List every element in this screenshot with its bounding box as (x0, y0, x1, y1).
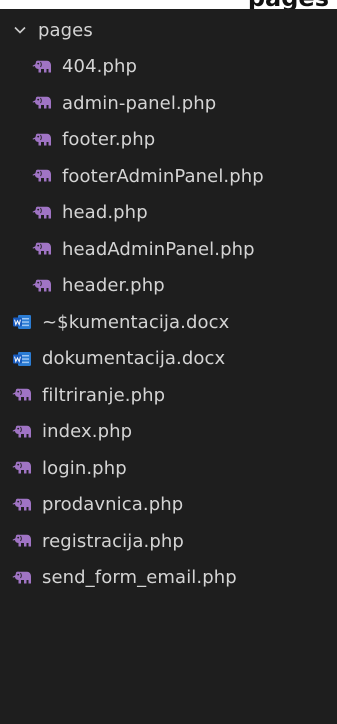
file-item-footeradminpanel-php[interactable]: footerAdminPanel.php (0, 158, 337, 195)
word-doc-icon (12, 314, 32, 330)
file-explorer-tree: pages 404.php admin-panel.php footer.php fo… (0, 12, 337, 596)
chevron-down-icon[interactable] (12, 22, 28, 38)
file-item-filtriranje-php[interactable]: filtriranje.php (0, 377, 337, 414)
file-label: prodavnica.php (42, 494, 184, 516)
php-elephant-icon (12, 570, 32, 586)
folder-label: pages (38, 19, 93, 41)
php-elephant-icon (32, 241, 52, 257)
php-elephant-icon (12, 497, 32, 513)
file-label: footer.php (62, 129, 156, 151)
file-label: ~$kumentacija.docx (42, 311, 230, 333)
file-label: header.php (62, 275, 165, 297)
php-elephant-icon (32, 168, 52, 184)
file-item-dokumentacija-docx[interactable]: dokumentacija.docx (0, 341, 337, 378)
cropped-header-strip: pages (0, 0, 337, 9)
file-label: footerAdminPanel.php (62, 165, 264, 187)
php-elephant-icon (12, 533, 32, 549)
file-item-head-php[interactable]: head.php (0, 195, 337, 232)
folder-pages[interactable]: pages (0, 12, 337, 49)
php-elephant-icon (12, 387, 32, 403)
file-label: headAdminPanel.php (62, 238, 255, 260)
php-elephant-icon (32, 278, 52, 294)
file-label: head.php (62, 202, 148, 224)
php-elephant-icon (32, 205, 52, 221)
file-label: filtriranje.php (42, 384, 166, 406)
word-doc-icon (12, 351, 32, 367)
php-elephant-icon (12, 460, 32, 476)
file-item-kumentacija-docx[interactable]: ~$kumentacija.docx (0, 304, 337, 341)
cropped-header-text: pages (0, 0, 337, 9)
file-item-send-form-email-php[interactable]: send_form_email.php (0, 560, 337, 597)
file-label: 404.php (62, 56, 138, 78)
file-item-login-php[interactable]: login.php (0, 450, 337, 487)
php-elephant-icon (12, 424, 32, 440)
php-elephant-icon (32, 59, 52, 75)
file-item-admin-panel-php[interactable]: admin-panel.php (0, 85, 337, 122)
file-item-header-php[interactable]: header.php (0, 268, 337, 305)
file-item-prodavnica-php[interactable]: prodavnica.php (0, 487, 337, 524)
file-label: registracija.php (42, 530, 184, 552)
file-item-footer-php[interactable]: footer.php (0, 122, 337, 159)
file-label: login.php (42, 457, 127, 479)
file-label: index.php (42, 421, 133, 443)
file-item-404-php[interactable]: 404.php (0, 49, 337, 86)
file-label: dokumentacija.docx (42, 348, 226, 370)
file-item-registracija-php[interactable]: registracija.php (0, 523, 337, 560)
php-elephant-icon (32, 132, 52, 148)
file-label: send_form_email.php (42, 567, 237, 589)
file-item-index-php[interactable]: index.php (0, 414, 337, 451)
file-item-headadminpanel-php[interactable]: headAdminPanel.php (0, 231, 337, 268)
file-label: admin-panel.php (62, 92, 217, 114)
php-elephant-icon (32, 95, 52, 111)
